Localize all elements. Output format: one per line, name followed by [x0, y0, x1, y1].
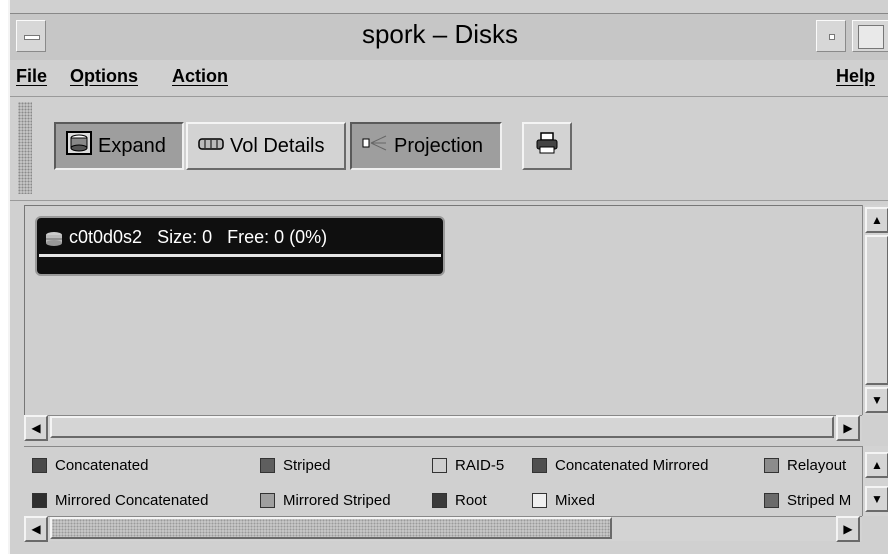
minimize-button[interactable] [816, 20, 846, 52]
projection-button[interactable]: Projection [350, 122, 502, 170]
horizontal-scroll-thumb[interactable] [50, 416, 834, 438]
legend-label: Root [455, 492, 487, 509]
legend-label: Striped [283, 457, 331, 474]
legend-scroll-left-button[interactable]: ◀ [24, 516, 48, 542]
expand-icon [66, 131, 92, 161]
disk-size: Size: 0 [157, 227, 213, 247]
disk-item[interactable]: c0t0d0s2 Size: 0 Free: 0 (0%) [35, 216, 445, 276]
legend-swatch [532, 493, 547, 508]
main-horizontal-scrollbar[interactable]: ◀ ▶ [24, 415, 862, 441]
legend-label: Mixed [555, 492, 596, 509]
legend-horizontal-scroll-thumb[interactable] [50, 517, 612, 539]
disk-view-panel: c0t0d0s2 Size: 0 Free: 0 (0%) [24, 205, 863, 416]
menu-options[interactable]: Options [70, 66, 138, 87]
legend-label: Striped M [787, 492, 852, 509]
legend-item: Mirrored Concatenated [32, 492, 208, 509]
legend-vertical-scrollbar[interactable]: ▲ ▼ [862, 446, 888, 516]
window-title: spork – Disks [361, 19, 519, 49]
menu-bar: File Options Action Help [10, 60, 888, 97]
legend-swatch [32, 493, 47, 508]
legend-item: Root [432, 492, 487, 509]
vertical-scroll-thumb[interactable] [865, 235, 888, 385]
legend-swatch [432, 458, 447, 473]
legend-item: Relayout [764, 457, 846, 474]
disk-name: c0t0d0s2 [69, 227, 143, 247]
legend-label: RAID-5 [455, 457, 505, 474]
scroll-up-button[interactable]: ▲ [865, 207, 888, 233]
expand-label: Expand [98, 134, 166, 157]
legend-swatch [764, 458, 779, 473]
legend-scroll-right-button[interactable]: ▶ [836, 516, 860, 542]
disk-free: Free: 0 (0%) [227, 227, 328, 247]
legend-label: Concatenated [55, 457, 149, 474]
legend-label: Mirrored Striped [283, 492, 391, 509]
legend-label: Relayout [787, 457, 847, 474]
toolbar-grip[interactable] [18, 102, 32, 194]
disks-window: spork – Disks File Options Action Help E… [8, 0, 888, 554]
vol-details-label: Vol Details [230, 134, 325, 157]
printer-icon [535, 132, 559, 160]
main-vertical-scrollbar[interactable]: ▲ ▼ [862, 205, 888, 415]
legend-scroll-up-button[interactable]: ▲ [865, 452, 888, 478]
legend-item: RAID-5 [432, 457, 504, 474]
scroll-down-button[interactable]: ▼ [865, 387, 888, 413]
legend-swatch [260, 458, 275, 473]
legend-swatch [432, 493, 447, 508]
menu-file[interactable]: File [16, 66, 47, 87]
volume-icon [198, 135, 224, 158]
projection-label: Projection [394, 134, 483, 157]
disk-icon [45, 231, 63, 252]
legend-item: Mixed [532, 492, 595, 509]
disk-usage-bar [39, 254, 441, 257]
print-button[interactable] [522, 122, 572, 170]
legend-item: Striped [260, 457, 331, 474]
legend-scroll-down-button[interactable]: ▼ [865, 486, 888, 512]
disk-label: c0t0d0s2 Size: 0 Free: 0 (0%) [69, 227, 327, 248]
legend-item: Concatenated Mirrored [532, 457, 708, 474]
legend-swatch [260, 493, 275, 508]
expand-button[interactable]: Expand [54, 122, 184, 170]
scroll-right-button[interactable]: ▶ [836, 415, 860, 441]
toolbar: Expand Vol Details Projection [10, 98, 888, 201]
menu-help[interactable]: Help [836, 66, 875, 87]
projection-icon [362, 134, 388, 158]
title-bar: spork – Disks [10, 13, 888, 61]
vol-details-button[interactable]: Vol Details [186, 122, 346, 170]
legend-item: Striped M [764, 492, 851, 509]
legend-swatch [764, 493, 779, 508]
scroll-left-button[interactable]: ◀ [24, 415, 48, 441]
maximize-button[interactable] [852, 20, 888, 52]
menu-action[interactable]: Action [172, 66, 228, 87]
legend-item: Concatenated [32, 457, 148, 474]
legend-label: Mirrored Concatenated [55, 492, 209, 509]
legend-panel: Concatenated Striped RAID-5 Concatenated… [24, 446, 862, 517]
legend-horizontal-scrollbar[interactable]: ◀ ▶ [24, 516, 862, 542]
legend-swatch [32, 458, 47, 473]
legend-label: Concatenated Mirrored [555, 457, 709, 474]
legend-item: Mirrored Striped [260, 492, 391, 509]
legend-swatch [532, 458, 547, 473]
